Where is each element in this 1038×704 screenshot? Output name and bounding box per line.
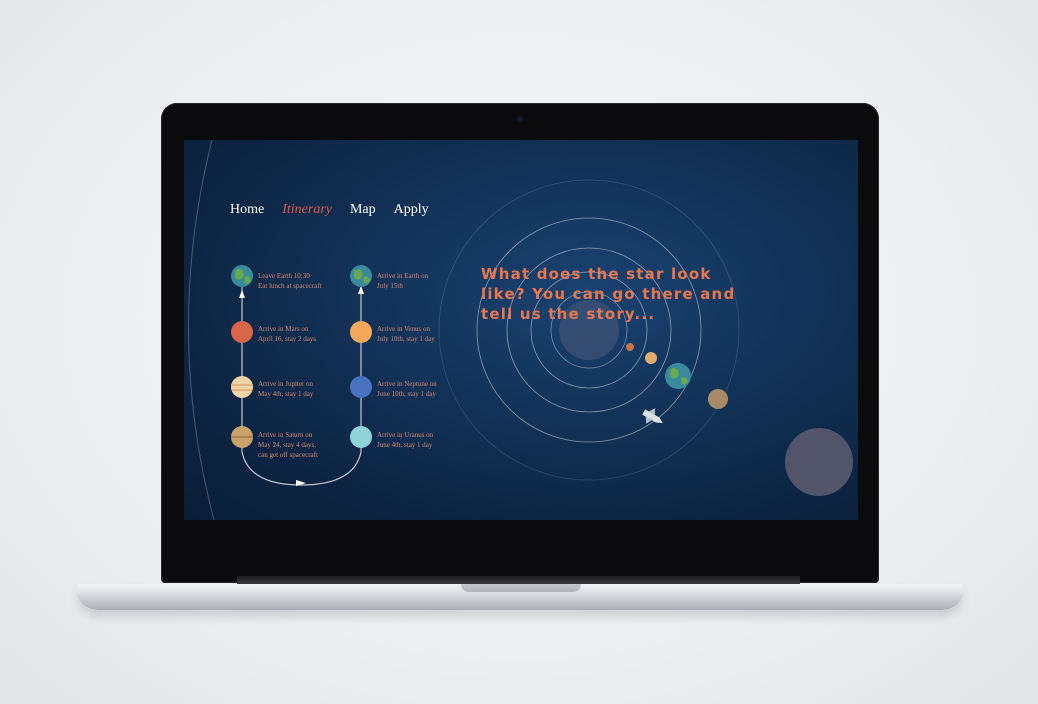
stop-line: May 4th, stay 1 day (258, 390, 314, 398)
base-reflection (90, 611, 948, 625)
stop-label-earth-depart: Leave Earth 10:30 Eat lunch at spacecraf… (258, 271, 358, 291)
stop-label-earth-return: Arrive in Earth on July 15th (377, 271, 477, 291)
stop-line: July 10th, stay 1 day (377, 335, 435, 343)
stop-line: July 15th (377, 282, 403, 290)
laptop-hinge (237, 576, 800, 584)
mars-stop-icon (231, 321, 253, 343)
stop-line: Leave Earth 10:30 (258, 272, 310, 280)
saturn-stop-icon (231, 426, 253, 448)
stop-line: May 24, stay 4 days, (258, 441, 316, 449)
stop-line: June 10th, stay 1 day (377, 390, 436, 398)
stop-line: Eat lunch at spacecraft (258, 282, 322, 290)
stop-label-jupiter: Arrive in Jupiter on May 4th, stay 1 day (258, 379, 358, 399)
laptop-lid: Home Itinerary Map Apply Leave Earth 10:… (161, 103, 879, 583)
earth-stop-icon (231, 265, 253, 287)
stop-line: Arrive in Saturn on (258, 431, 313, 439)
stop-line: can get off spacecraft (258, 451, 318, 459)
stop-label-venus: Arrive in Venus on July 10th, stay 1 day (377, 324, 477, 344)
laptop-base (77, 584, 963, 610)
rocket-arrive-icon (358, 286, 364, 294)
stop-line: Arrive in Earth on (377, 272, 429, 280)
website-screen: Home Itinerary Map Apply Leave Earth 10:… (184, 140, 858, 520)
stop-label-saturn: Arrive in Saturn on May 24, stay 4 days,… (258, 430, 358, 460)
stop-label-mars: Arrive in Mars on April 16, stay 2 days (258, 324, 358, 344)
stop-line: Arrive in Neptune on (377, 380, 437, 388)
rocket-up-icon (239, 290, 245, 298)
stop-line: June 4th, stay 1 day (377, 441, 433, 449)
jupiter-stop-icon (231, 376, 253, 398)
stop-line: Arrive in Uranus on (377, 431, 434, 439)
stop-line: Arrive in Mars on (258, 325, 309, 333)
stop-line: Arrive in Jupiter on (258, 380, 314, 388)
hero-headline: What does the star look like? You can go… (481, 265, 736, 323)
stop-line: Arrive in Venus on (377, 325, 430, 333)
trackpad-notch (461, 584, 581, 592)
stop-label-neptune: Arrive in Neptune on June 10th, stay 1 d… (377, 379, 477, 399)
stop-line: April 16, stay 2 days (258, 335, 317, 343)
stop-label-uranus: Arrive in Uranus on June 4th, stay 1 day (377, 430, 477, 450)
camera-icon (516, 115, 524, 123)
